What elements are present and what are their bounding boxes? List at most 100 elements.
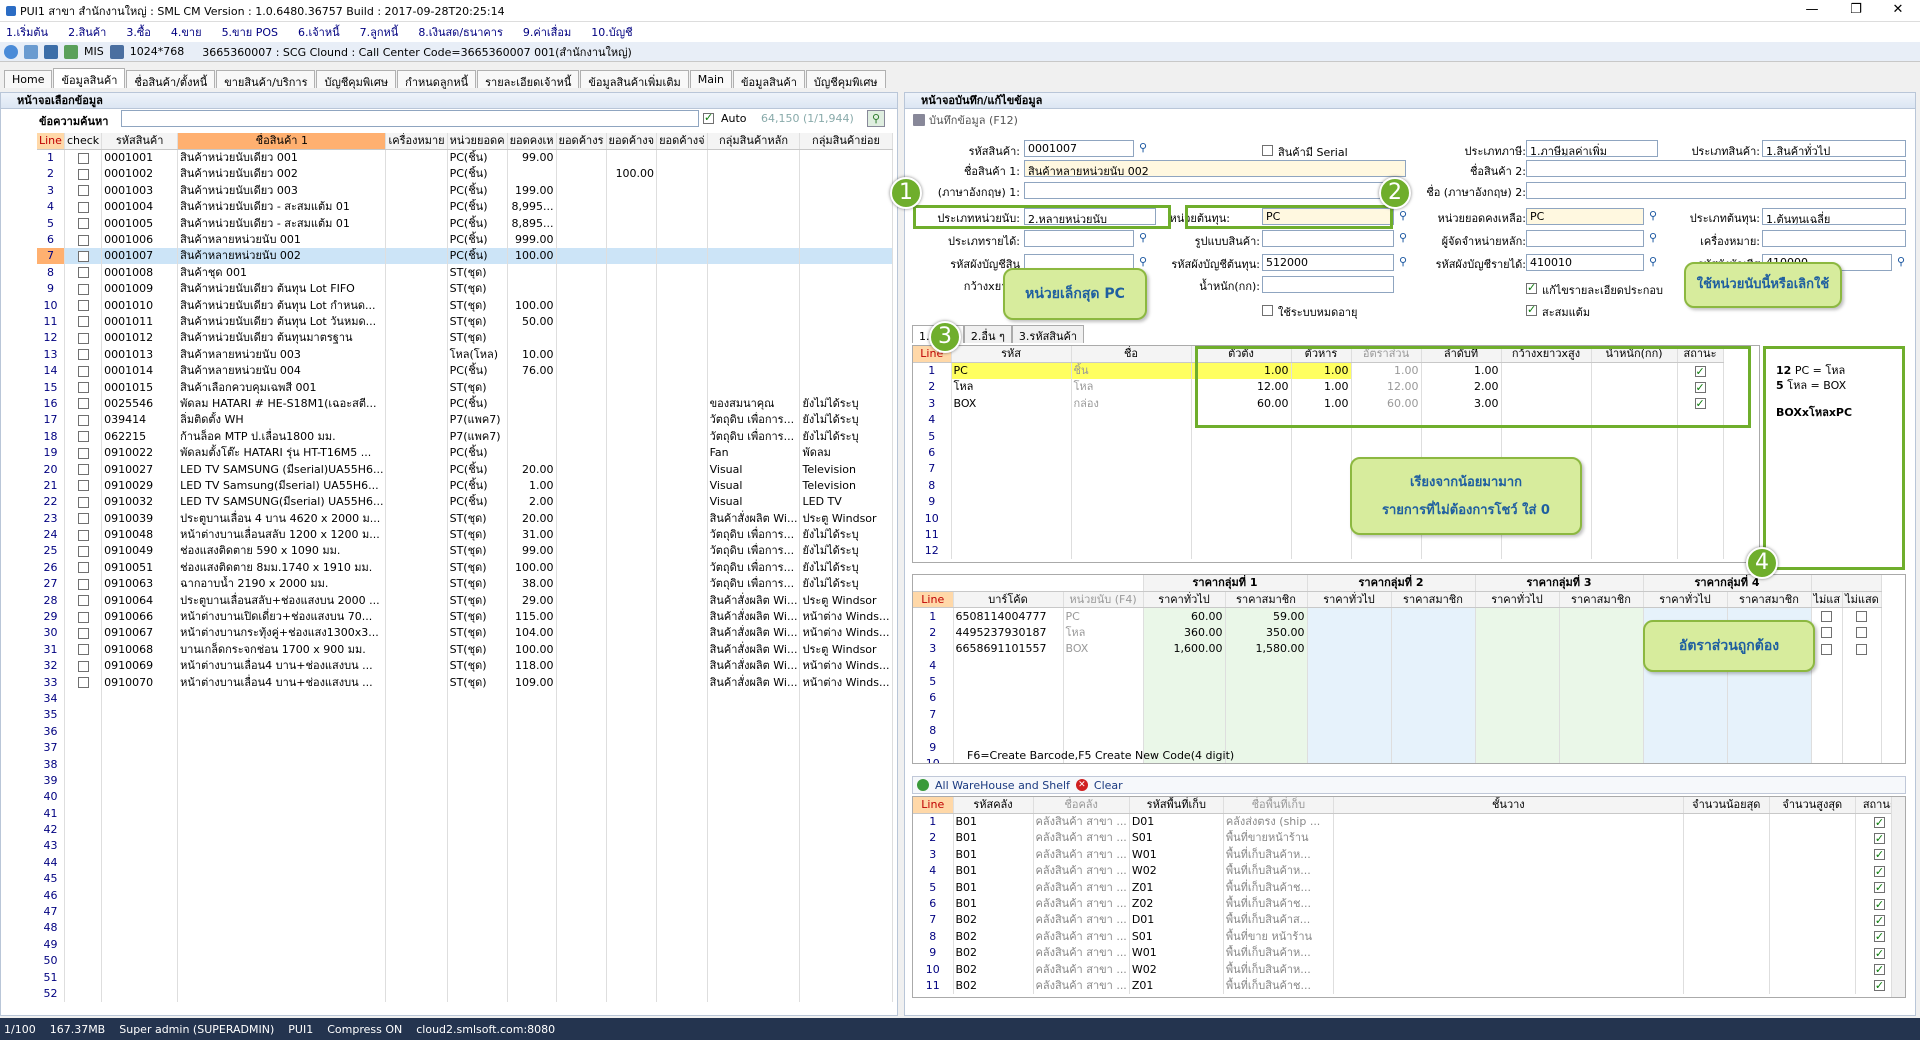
table-row[interactable]: 12 0001012 สินค้าหน่วยนับเดียว ต้นทุนมาตรฐ… xyxy=(37,329,893,347)
product-name1-field[interactable]: สินค้าหลายหน่วยนับ 002 xyxy=(1024,160,1406,177)
table-row[interactable]: 17 039414 ลิ่มติดตั้ง WH P7(แพค7) วัตถุดิบ เ… xyxy=(37,411,893,429)
menu-item-3[interactable]: 3.ซื้อ xyxy=(126,23,151,41)
table-row[interactable]: 48 xyxy=(37,919,893,937)
row-checkbox[interactable] xyxy=(77,398,89,410)
col-header[interactable]: ราคาทั่วไป xyxy=(1307,591,1392,609)
table-row[interactable]: 34 xyxy=(37,690,893,707)
table-row[interactable]: 3 B01 คลังสินค้า สาขา ... W01 พื้นที่เก็บสิน… xyxy=(913,846,1904,863)
module-tab-3[interactable]: ชื่อสินค้า/ตั้งหนี้ xyxy=(126,70,216,89)
hide-checkbox[interactable] xyxy=(1856,643,1868,655)
table-row[interactable]: 46 xyxy=(37,886,893,904)
col-header[interactable]: ราคาทั่วไป xyxy=(1643,591,1728,609)
table-row[interactable]: 20 0910027 LED TV SAMSUNG (มีserial)UA55H6… xyxy=(37,460,893,478)
item-type-field[interactable] xyxy=(1024,230,1134,247)
table-row[interactable]: 37 xyxy=(37,739,893,756)
lookup-icon[interactable]: ⚲ xyxy=(1396,255,1410,269)
grid-icon[interactable] xyxy=(44,44,58,59)
table-row[interactable]: 10 0001010 สินค้าหน่วยนับเดียว ต้นทุน Lot … xyxy=(37,296,893,314)
product-code-field[interactable]: 0001007 xyxy=(1024,140,1134,157)
subtab-other[interactable]: 2.อื่น ๆ xyxy=(963,325,1012,343)
table-row[interactable]: 7 0001007 สินค้าหลายหน่วยนับ 002 PC(ชิ้น) 10… xyxy=(37,247,893,265)
menu-item-4[interactable]: 4.ขาย xyxy=(171,23,202,41)
hide-checkbox[interactable] xyxy=(1821,643,1833,655)
table-row[interactable]: 3 0001003 สินค้าหน่วยนับเดียว 003 PC(ชิ้น) 1… xyxy=(37,182,893,199)
col-header[interactable]: ชั้นวาง xyxy=(1333,797,1684,814)
table-row[interactable]: 22 0910032 LED TV SAMSUNG(มีserial) UA55H6… xyxy=(37,493,893,510)
calc-icon[interactable] xyxy=(24,44,38,59)
module-tab-1[interactable]: Home xyxy=(4,70,53,88)
table-row[interactable]: 32 0910069 หน้าต่างบานเลื่อน4 บาน+ช่องแสงบ… xyxy=(37,657,893,674)
table-row[interactable]: 9 xyxy=(913,493,1724,510)
cost-type-select[interactable]: 1.ต้นทุนเฉลี่ย xyxy=(1762,208,1906,225)
subtab-code[interactable]: 3.รหัสสินค้า xyxy=(1011,325,1085,343)
col-header[interactable]: ยอดคงเห xyxy=(507,133,557,150)
table-row[interactable]: 27 0910063 ฉากอาบน้ำ 2190 x 2000 มม. ST(ชุด… xyxy=(37,575,893,592)
resolution-label[interactable]: 1024*768 xyxy=(130,45,185,58)
col-header[interactable]: จำนวนสูงสุด xyxy=(1769,797,1856,814)
row-checkbox[interactable] xyxy=(77,332,89,344)
table-row[interactable]: 39 xyxy=(37,772,893,789)
col-header[interactable]: กลุ่มสินค้าหลัก xyxy=(707,133,801,150)
table-row[interactable]: 50 xyxy=(37,952,893,969)
col-header[interactable]: ไม่แส xyxy=(1811,591,1844,609)
warehouse-status-checkbox[interactable] xyxy=(1873,864,1885,879)
col-header[interactable]: ราคาสมาชิก xyxy=(1559,591,1644,609)
tax-type-select[interactable]: 1.ภาษีมูลค่าเพิ่ม xyxy=(1526,140,1658,157)
product-name-en2-field[interactable] xyxy=(1526,182,1906,199)
acc-cost-field[interactable]: 512000 xyxy=(1262,254,1394,271)
module-tab-2[interactable]: ข้อมูลสินค้า xyxy=(53,68,126,88)
table-row[interactable]: 35 xyxy=(37,706,893,724)
col-header[interactable]: ราคาสมาชิก xyxy=(1225,591,1308,609)
module-tab-4[interactable]: ขายสินค้า/บริการ xyxy=(216,70,316,89)
row-checkbox[interactable] xyxy=(77,611,89,623)
table-row[interactable]: 28 0910064 ประตูบานเลื่อนสลับ+ช่องแสงบน 20… xyxy=(37,591,893,609)
lookup-icon[interactable]: ⚲ xyxy=(1646,209,1660,223)
col-header[interactable]: ชื่อพื้นที่เก็บ xyxy=(1223,797,1334,814)
table-row[interactable]: 26 0910051 ช่องแสงติดตาย 8มม.1740 x 1910 ม… xyxy=(37,559,893,576)
table-row[interactable]: 45 xyxy=(37,870,893,887)
col-header[interactable]: รหัส xyxy=(951,346,1072,363)
module-tab-11[interactable]: บัญชีคุมพิเศษ xyxy=(805,70,886,89)
table-row[interactable]: 1 B01 คลังสินค้า สาขา ... D01 คลังส่งตรง (sh… xyxy=(913,813,1904,830)
col-header[interactable]: ราคาทั่วไป xyxy=(1475,591,1560,609)
row-checkbox[interactable] xyxy=(77,218,89,230)
table-row[interactable]: 8 0001008 สินค้าชุด 001 ST(ชุด) xyxy=(37,264,893,281)
row-checkbox[interactable] xyxy=(77,201,89,213)
table-row[interactable]: 29 0910066 หน้าต่างบานเปิดเดี่ยว+ช่องแสงบน… xyxy=(37,608,893,625)
warehouse-status-checkbox[interactable] xyxy=(1873,831,1885,846)
row-checkbox[interactable] xyxy=(77,529,89,541)
hide-checkbox[interactable] xyxy=(1821,627,1833,639)
table-row[interactable]: 6 B01 คลังสินค้า สาขา ... Z02 พื้นที่เก็บสิน… xyxy=(913,895,1904,912)
expiry-checkbox[interactable] xyxy=(1262,305,1273,316)
col-header[interactable]: ชื่อสินค้า 1 xyxy=(177,133,387,150)
row-checkbox[interactable] xyxy=(77,660,89,672)
row-checkbox[interactable] xyxy=(77,234,89,246)
row-checkbox[interactable] xyxy=(77,677,89,689)
table-row[interactable]: 5 xyxy=(913,427,1724,445)
table-row[interactable]: 36 xyxy=(37,723,893,740)
weight-field[interactable] xyxy=(1262,276,1394,293)
table-row[interactable]: 11 B02 คลังสินค้า สาขา ... Z01 พื้นที่เก็บสิ… xyxy=(913,977,1904,994)
table-row[interactable]: 40 xyxy=(37,788,893,806)
table-row[interactable]: 14 0001014 สินค้าหลายหน่วยนับ 004 PC(ชิ้น) 7… xyxy=(37,362,893,379)
table-row[interactable]: 9 0001009 สินค้าหน่วยนับเดียว ต้นทุน Lot F… xyxy=(37,280,893,297)
warehouse-scrollbar[interactable] xyxy=(1891,797,1905,997)
row-checkbox[interactable] xyxy=(77,513,89,525)
row-checkbox[interactable] xyxy=(77,562,89,574)
table-row[interactable]: 6 xyxy=(913,689,1882,707)
table-row[interactable]: 8 B02 คลังสินค้า สาขา ... S01 พื้นที่ขาย หน้… xyxy=(913,928,1904,945)
search-icon[interactable]: ⚲ xyxy=(867,110,885,127)
col-header[interactable]: รหัสพื้นที่เก็บ xyxy=(1129,797,1224,814)
brand-field[interactable] xyxy=(1762,230,1906,247)
table-row[interactable]: 30 0910067 หน้าต่างบานกระทุ้งคู่+ช่องแสง13… xyxy=(37,624,893,642)
col-header[interactable]: ไม่แสด xyxy=(1842,591,1882,609)
table-row[interactable]: 18 062215 ก้านล็อค MTP ป.เลื่อน1800 มม. P7(… xyxy=(37,428,893,445)
col-header[interactable]: ยอดค้างร xyxy=(556,133,607,150)
table-row[interactable]: 38 xyxy=(37,755,893,773)
table-row[interactable]: 5 B01 คลังสินค้า สาขา ... Z01 พื้นที่เก็บสิน… xyxy=(913,878,1904,896)
acc-sale-field[interactable]: 410010 xyxy=(1526,254,1644,271)
menu-item-10[interactable]: 10.บัญชี xyxy=(591,23,632,41)
menu-item-7[interactable]: 7.ลูกหนี้ xyxy=(360,23,399,41)
table-row[interactable]: 8 xyxy=(913,477,1724,494)
table-row[interactable]: 8 xyxy=(913,722,1882,739)
